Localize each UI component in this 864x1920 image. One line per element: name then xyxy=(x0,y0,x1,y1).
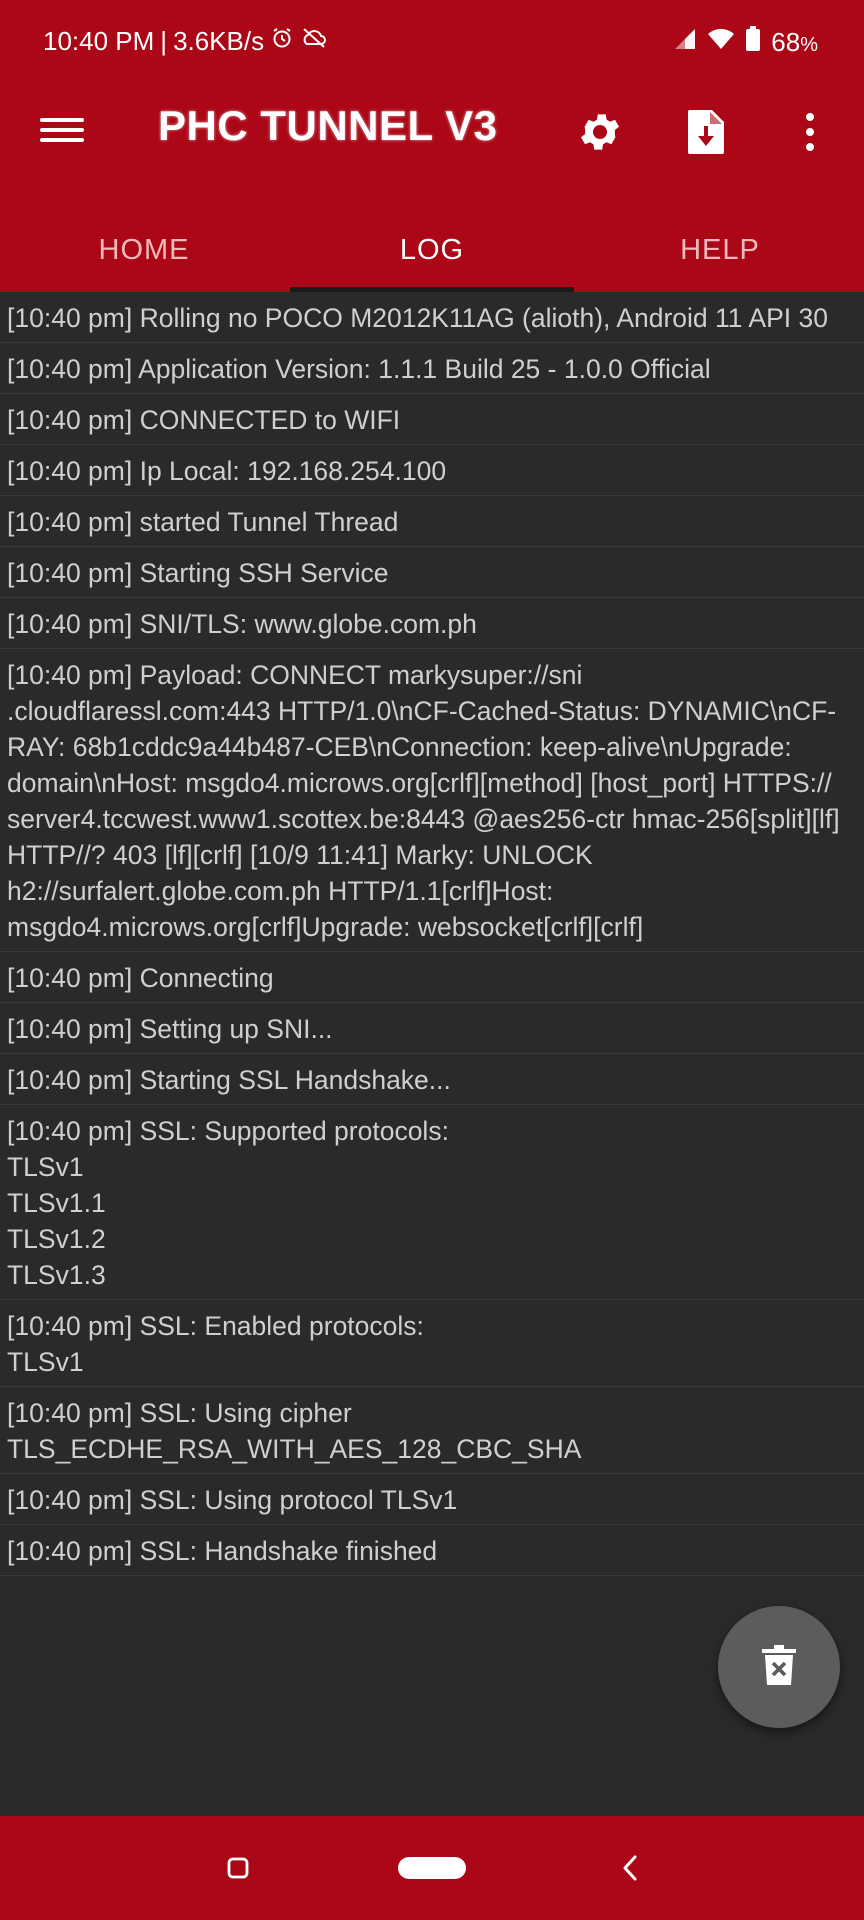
clear-log-button[interactable] xyxy=(718,1606,840,1728)
log-entry: [10:40 pm] started Tunnel Thread xyxy=(0,496,864,547)
file-import-icon[interactable] xyxy=(678,104,734,160)
app-title: PHC TUNNEL V3 xyxy=(158,102,498,149)
log-entry: [10:40 pm] SSL: Supported protocols: TLS… xyxy=(0,1105,864,1300)
log-entry: [10:40 pm] CONNECTED to WIFI xyxy=(0,394,864,445)
battery-level: 68% xyxy=(771,27,818,57)
log-entry: [10:40 pm] Setting up SNI... xyxy=(0,1003,864,1054)
gear-icon[interactable] xyxy=(572,104,628,160)
more-vert-icon[interactable] xyxy=(782,104,838,160)
status-separator: | xyxy=(160,26,168,56)
tab-help[interactable]: HELP xyxy=(576,208,864,292)
log-entry: [10:40 pm] Application Version: 1.1.1 Bu… xyxy=(0,343,864,394)
log-entry: [10:40 pm] SNI/TLS: www.globe.com.ph xyxy=(0,598,864,649)
status-left: 10:40 PM | 3.6KB/s xyxy=(43,26,328,57)
menu-icon[interactable] xyxy=(40,112,84,156)
cloud-off-icon xyxy=(300,26,328,57)
app-bar: PHC TUNNEL V3 xyxy=(0,84,864,208)
tab-bar: HOME LOG HELP xyxy=(0,208,864,292)
tab-log[interactable]: LOG xyxy=(288,208,576,292)
status-speed: 3.6KB/s xyxy=(173,26,265,56)
signal-icon xyxy=(673,27,697,58)
system-nav-bar xyxy=(0,1816,864,1920)
back-icon[interactable] xyxy=(602,1816,658,1920)
home-pill-icon[interactable] xyxy=(392,1816,472,1920)
status-time: 10:40 PM xyxy=(43,26,155,56)
delete-icon xyxy=(762,1644,796,1690)
status-bar: 10:40 PM | 3.6KB/s 68% xyxy=(0,0,864,84)
log-entry: [10:40 pm] SSL: Using protocol TLSv1 xyxy=(0,1474,864,1525)
status-right: 68% xyxy=(673,26,818,59)
log-entry: [10:40 pm] SSL: Handshake finished xyxy=(0,1525,864,1576)
log-entry: [10:40 pm] Starting SSH Service xyxy=(0,547,864,598)
alarm-icon xyxy=(270,26,294,57)
log-entry: [10:40 pm] Starting SSL Handshake... xyxy=(0,1054,864,1105)
log-entry: [10:40 pm] Rolling no POCO M2012K11AG (a… xyxy=(0,292,864,343)
log-list[interactable]: [10:40 pm] Rolling no POCO M2012K11AG (a… xyxy=(0,292,864,1816)
recents-icon[interactable] xyxy=(210,1816,266,1920)
battery-icon xyxy=(745,26,761,59)
log-entry: [10:40 pm] Connecting xyxy=(0,952,864,1003)
wifi-icon xyxy=(707,27,735,58)
log-entry: [10:40 pm] SSL: Using cipher TLS_ECDHE_R… xyxy=(0,1387,864,1474)
log-entry: [10:40 pm] Ip Local: 192.168.254.100 xyxy=(0,445,864,496)
log-entry: [10:40 pm] Payload: CONNECT markysuper:/… xyxy=(0,649,864,952)
tab-home[interactable]: HOME xyxy=(0,208,288,292)
log-entry: [10:40 pm] SSL: Enabled protocols: TLSv1 xyxy=(0,1300,864,1387)
